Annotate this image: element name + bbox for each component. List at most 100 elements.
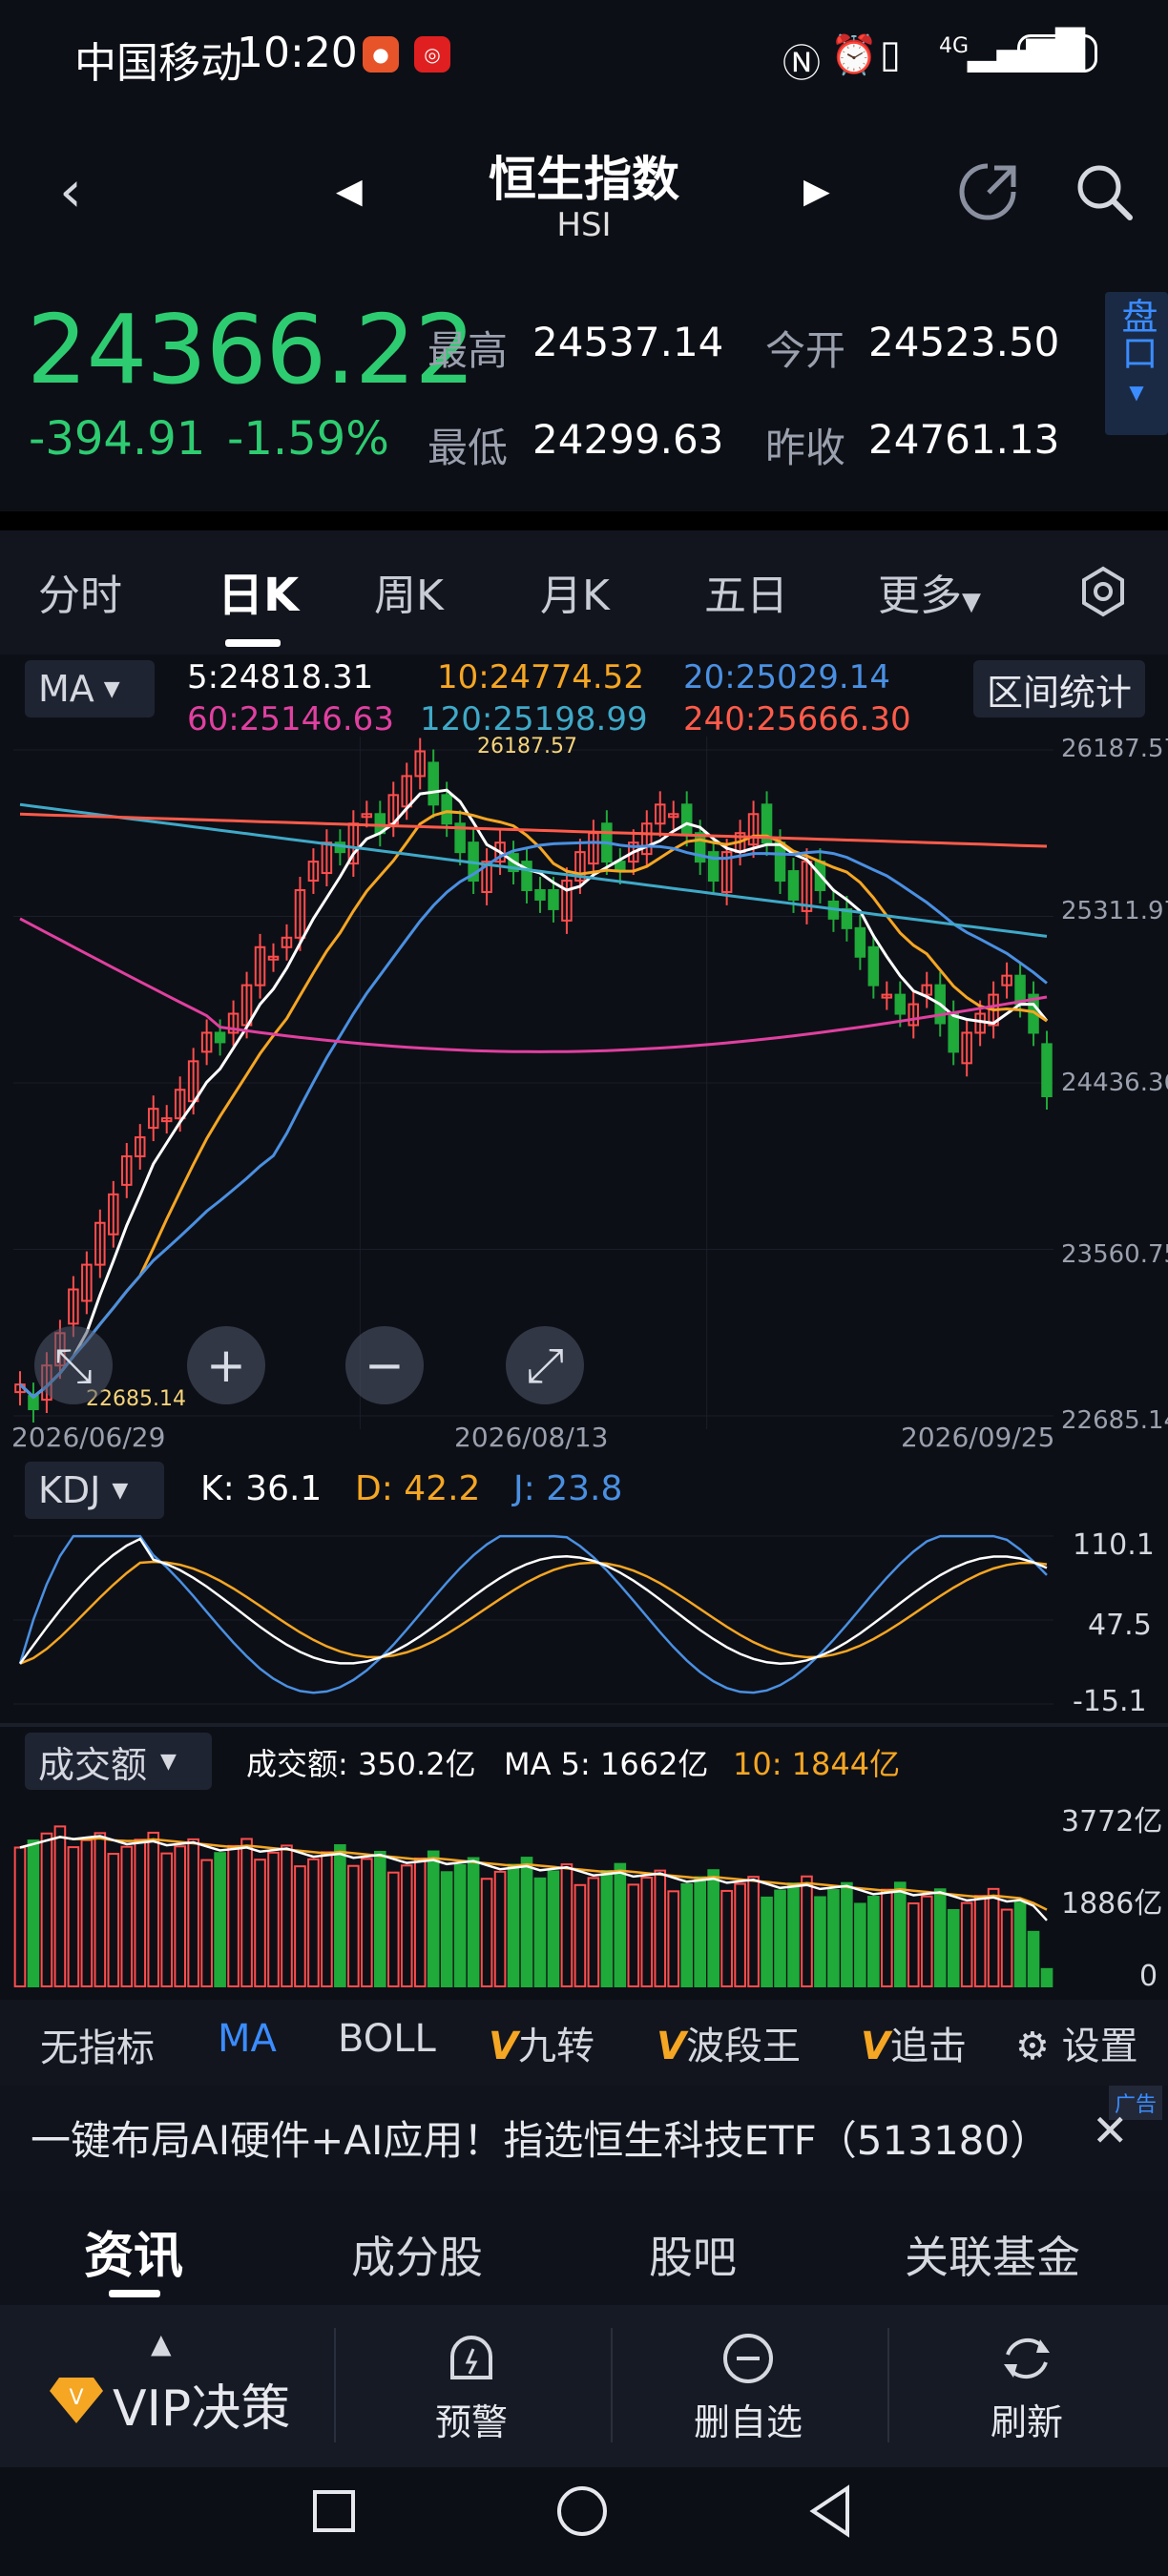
kdj-k-line <box>18 1537 1048 1665</box>
prev-close-value: 24761.13 <box>868 416 1060 463</box>
ad-text[interactable]: 一键布局AI硬件+AI应用！指选恒生科技ETF（513180） <box>31 2109 1050 2167</box>
zoom-in-button[interactable]: + <box>187 1326 265 1404</box>
indicator-boduan[interactable]: V波段王 <box>657 2015 801 2070</box>
tab-five-day[interactable]: 五日 <box>704 561 788 622</box>
minus-circle-icon[interactable] <box>720 2330 777 2387</box>
gear-icon[interactable] <box>1076 565 1130 618</box>
remove-watchlist-button[interactable]: 删自选 <box>681 2393 815 2445</box>
tab-forum[interactable]: 股吧 <box>649 2223 737 2286</box>
share-icon[interactable] <box>956 160 1019 223</box>
candle <box>441 794 452 825</box>
search-icon[interactable] <box>1074 162 1134 221</box>
volume-bar <box>507 1863 520 1987</box>
volume-bar <box>707 1869 720 1987</box>
fullscreen-icon[interactable]: ⤢ <box>506 1326 584 1404</box>
tab-monthly-k[interactable]: 月K <box>540 561 610 622</box>
volume-bar <box>321 1851 333 1987</box>
refresh-button[interactable]: 刷新 <box>960 2393 1094 2445</box>
app-notification-icon: ● <box>363 36 399 73</box>
volume-bar <box>413 1857 427 1987</box>
volume-bar <box>533 1877 547 1987</box>
range-stats-button[interactable]: 区间统计 <box>973 660 1145 717</box>
candle <box>534 888 546 901</box>
indicator-settings[interactable]: ⚙ 设置 <box>1010 2015 1138 2070</box>
date-label: 2026/09/25 <box>901 1422 1055 1453</box>
indicator-jiuzhuan-label: 九转 <box>517 2025 594 2068</box>
volume-bar <box>933 1888 947 1987</box>
volume-bar <box>694 1876 706 1987</box>
tab-related-funds[interactable]: 关联基金 <box>905 2223 1080 2286</box>
diamond-icon: V <box>50 2378 103 2423</box>
alert-button[interactable]: 预警 <box>405 2393 538 2445</box>
page-subtitle: HSI <box>556 206 612 244</box>
volume-bar <box>400 1864 413 1987</box>
volume-bar <box>747 1876 760 1987</box>
network-type: 4G <box>939 34 970 58</box>
tab-more[interactable]: 更多▼ <box>878 561 981 622</box>
volume-bar <box>987 1887 1000 1987</box>
svg-text:V: V <box>69 2386 83 2410</box>
ma-dropdown[interactable]: MA ▼ <box>25 660 155 717</box>
volume-dropdown[interactable]: 成交额 ▼ <box>25 1733 212 1790</box>
volume-bar <box>334 1844 346 1987</box>
vip-decision-button[interactable]: VIP决策 <box>113 2368 290 2440</box>
ma-dropdown-label: MA <box>38 668 94 710</box>
volume-bar <box>614 1862 627 1987</box>
volume-bar <box>574 1883 587 1987</box>
price-change-pct: -1.59% <box>227 412 389 466</box>
indicator-zhuiji[interactable]: V追击 <box>861 2015 967 2070</box>
tab-constituents[interactable]: 成分股 <box>351 2223 483 2286</box>
recent-apps-icon[interactable] <box>313 2490 355 2532</box>
high-value: 24537.14 <box>532 319 724 365</box>
price-axis-label: 26187.57 <box>1061 735 1168 763</box>
pankou-button[interactable]: 盘口 ▼ <box>1105 292 1168 435</box>
settings-icon: ⚙ <box>1015 2025 1050 2068</box>
volume-bar <box>814 1896 826 1987</box>
close-icon[interactable]: ✕ <box>1092 2105 1129 2156</box>
next-index-icon[interactable]: ▶ <box>803 172 830 211</box>
price-axis-label: 25311.97 <box>1061 897 1168 925</box>
clock-text: 10:20 <box>237 29 358 77</box>
zoom-out-button[interactable]: − <box>345 1326 424 1404</box>
refresh-icon[interactable] <box>998 2330 1055 2387</box>
tab-fenshi[interactable]: 分时 <box>38 561 122 622</box>
indicator-jiuzhuan[interactable]: V九转 <box>489 2015 594 2070</box>
volume-bar <box>680 1882 694 1987</box>
home-icon[interactable] <box>557 2486 607 2536</box>
volume-bar <box>267 1851 280 1988</box>
volume-bar <box>94 1832 107 1987</box>
open-label: 今开 <box>765 327 846 374</box>
volume-bar <box>134 1839 147 1988</box>
kline-chart[interactable] <box>13 737 1063 1429</box>
open-value: 24523.50 <box>868 319 1060 365</box>
prev-index-icon[interactable]: ◀ <box>336 172 363 211</box>
vip-mark-icon: V <box>657 2025 686 2068</box>
candle <box>867 945 880 987</box>
volume-bar <box>493 1870 507 1987</box>
back-icon[interactable]: ‹ <box>59 158 82 225</box>
indicator-boll[interactable]: BOLL <box>338 2017 436 2061</box>
volume-bar <box>801 1875 813 1987</box>
chevron-up-icon[interactable]: ▲ <box>151 2328 172 2359</box>
kdj-dropdown[interactable]: KDJ ▼ <box>25 1462 164 1519</box>
volume-bar <box>386 1871 400 1987</box>
volume-bar <box>13 1846 27 1987</box>
tab-weekly-k[interactable]: 周K <box>374 561 444 622</box>
bar-divider <box>334 2328 336 2442</box>
tab-daily-k[interactable]: 日K <box>218 557 299 624</box>
indicator-ma[interactable]: MA <box>218 2017 277 2061</box>
volume-ma5: MA 5: 1662亿 <box>504 1746 709 1782</box>
kdj-axis-label: 110.1 <box>1073 1528 1155 1562</box>
indicator-none[interactable]: 无指标 <box>40 2017 155 2072</box>
volume-bar <box>1040 1967 1053 1987</box>
tab-news[interactable]: 资讯 <box>84 2215 183 2287</box>
volume-bar <box>147 1831 160 1987</box>
tab-more-label: 更多 <box>878 571 962 620</box>
volume-bar <box>160 1852 174 1988</box>
collapse-icon[interactable]: ⤡ <box>34 1326 113 1404</box>
back-nav-icon[interactable] <box>807 2484 853 2538</box>
caret-down-icon: ▼ <box>160 1749 177 1774</box>
volume-bar <box>600 1870 614 1987</box>
bell-icon[interactable] <box>443 2330 500 2387</box>
volume-bar <box>1000 1908 1013 1987</box>
